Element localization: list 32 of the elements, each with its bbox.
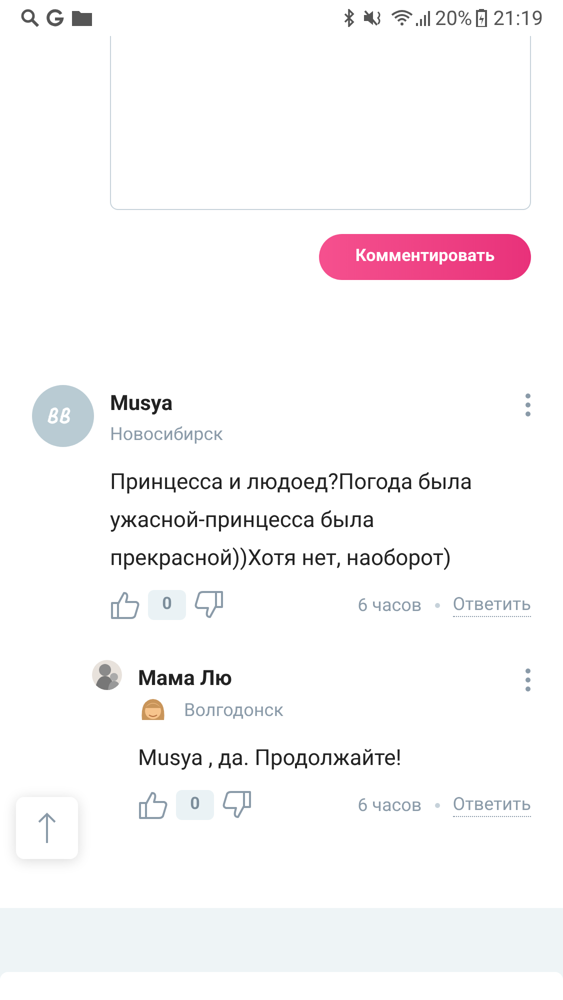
comment-time: 6 часов [358, 594, 422, 618]
arrow-up-icon [37, 812, 57, 844]
comment-time: 6 часов [358, 794, 422, 818]
folder-icon [72, 10, 92, 26]
more-options-icon[interactable] [525, 668, 531, 692]
scroll-to-top-button[interactable] [16, 797, 78, 859]
search-icon [20, 8, 40, 28]
clock: 21:19 [493, 5, 543, 32]
bluetooth-icon [343, 9, 356, 27]
thumbs-up-icon[interactable] [110, 590, 140, 620]
thumbs-up-icon[interactable] [138, 790, 168, 820]
battery-percent: 20% [435, 5, 472, 32]
reply-link[interactable]: Ответить [452, 594, 531, 616]
author-name[interactable]: Мама Лю [138, 666, 232, 692]
battery-icon [476, 9, 488, 27]
wifi-icon [391, 9, 414, 27]
thumbs-down-icon[interactable] [194, 590, 224, 620]
thumbs-down-icon[interactable] [222, 790, 252, 820]
author-name[interactable]: Musya [110, 391, 173, 417]
more-options-icon[interactable] [525, 393, 531, 417]
likes-count: 0 [148, 590, 186, 620]
city-label: Волгодонск [184, 698, 284, 722]
comment-button[interactable]: Комментировать [319, 234, 531, 280]
comment-text: Musya , да. Продолжайте! [138, 745, 402, 773]
avatar-logo-icon [32, 385, 94, 447]
reply-link[interactable]: Ответить [452, 794, 531, 816]
google-g-icon [46, 9, 64, 27]
city-label: Новосибирск [110, 423, 223, 447]
signal-icon [415, 9, 432, 27]
likes-count: 0 [176, 790, 214, 820]
comment-text: Принцесса и людоед?Погода была ужасной-принцесса была прекрасной))Хотя нет, наоборот) [110, 469, 474, 573]
comment-input-field[interactable] [110, 36, 531, 210]
